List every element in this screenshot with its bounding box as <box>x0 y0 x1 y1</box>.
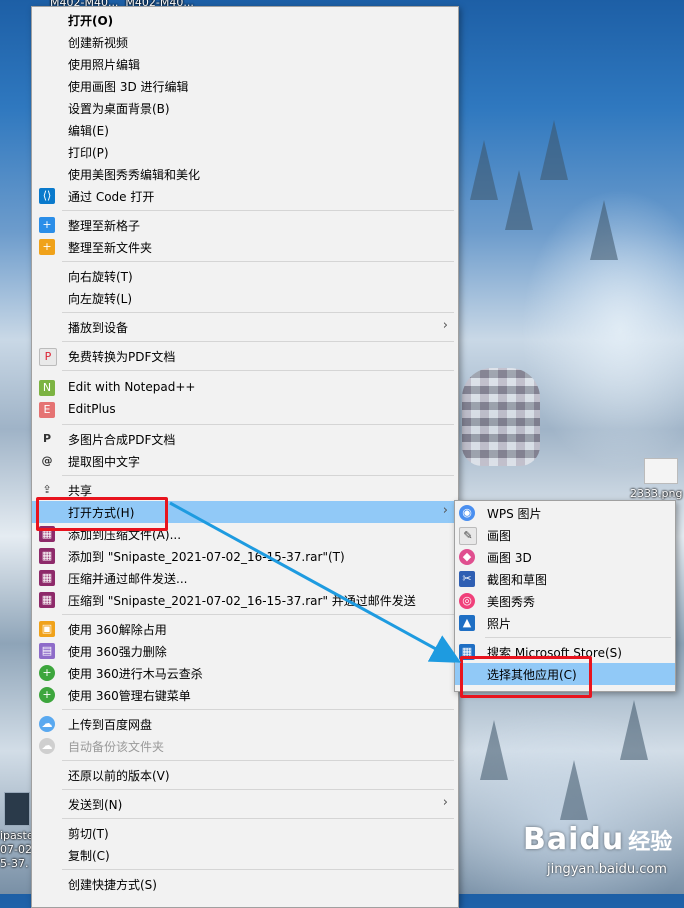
annotation-arrow <box>169 501 462 663</box>
annotation-arrow-line <box>169 501 462 663</box>
